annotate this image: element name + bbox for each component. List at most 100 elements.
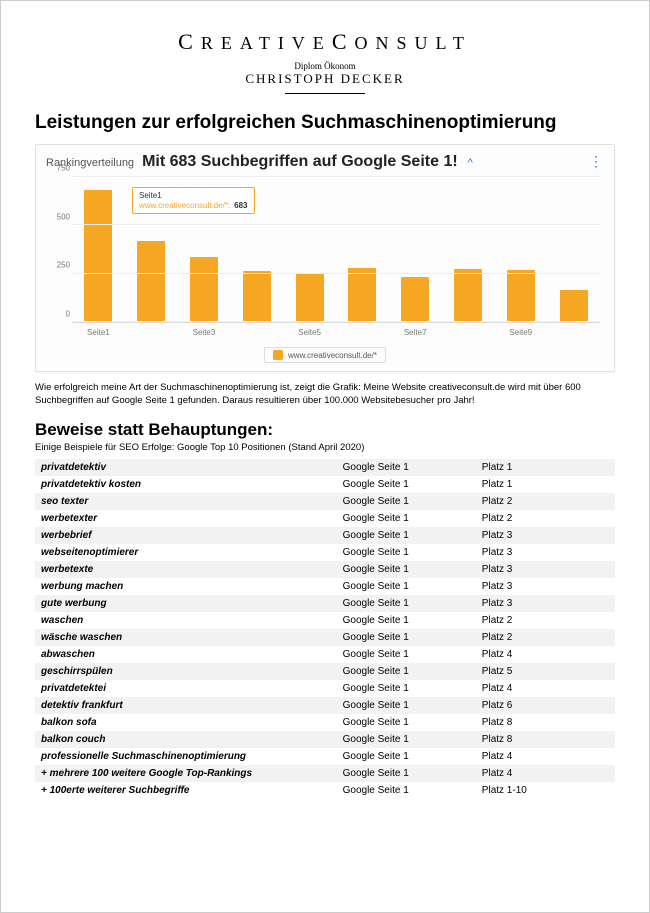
table-row: werbung machenGoogle Seite 1Platz 3 (35, 578, 615, 595)
rank-cell: Platz 4 (476, 765, 615, 782)
table-row: privatdetektivGoogle Seite 1Platz 1 (35, 459, 615, 476)
keyword-cell: webseitenoptimierer (35, 544, 337, 561)
page-cell: Google Seite 1 (337, 714, 476, 731)
table-row: seo texterGoogle Seite 1Platz 2 (35, 493, 615, 510)
keyword-cell: detektiv frankfurt (35, 697, 337, 714)
keyword-cell: privatdetektiv kosten (35, 476, 337, 493)
keyword-cell: seo texter (35, 493, 337, 510)
tooltip-value: 683 (234, 201, 247, 210)
x-tick-label (348, 328, 376, 337)
page-cell: Google Seite 1 (337, 663, 476, 680)
x-tick-label: Seite5 (296, 328, 324, 337)
chart-bar (84, 190, 112, 322)
page-cell: Google Seite 1 (337, 544, 476, 561)
x-tick-label: Seite9 (507, 328, 535, 337)
table-row: werbetexteGoogle Seite 1Platz 3 (35, 561, 615, 578)
brand-cap-2: C (332, 29, 355, 54)
chart-bar (190, 257, 218, 322)
legend-swatch-icon (273, 350, 283, 360)
rank-cell: Platz 4 (476, 646, 615, 663)
y-tick-label: 750 (57, 164, 70, 173)
rank-cell: Platz 8 (476, 731, 615, 748)
page-cell: Google Seite 1 (337, 476, 476, 493)
y-tick-label: 0 (66, 310, 70, 319)
tooltip-line1: Seite1 (139, 191, 248, 201)
brand-logo: CREATIVECONSULT (35, 29, 615, 55)
table-row: waschenGoogle Seite 1Platz 2 (35, 612, 615, 629)
table-row: balkon couchGoogle Seite 1Platz 8 (35, 731, 615, 748)
rank-cell: Platz 1 (476, 476, 615, 493)
chart-legend: www.creativeconsult.de/* (46, 347, 604, 365)
x-tick-label (243, 328, 271, 337)
chart-bar (560, 290, 588, 322)
table-row: werbetexterGoogle Seite 1Platz 2 (35, 510, 615, 527)
brand-subtitle-name: CHRISTOPH DECKER (35, 71, 615, 87)
rank-cell: Platz 8 (476, 714, 615, 731)
x-tick-label: Seite7 (401, 328, 429, 337)
chart-menu-icon[interactable]: ⋮ (589, 153, 604, 170)
rank-cell: Platz 3 (476, 578, 615, 595)
keyword-cell: geschirrspülen (35, 663, 337, 680)
chart-bar (243, 271, 271, 322)
table-row: balkon sofaGoogle Seite 1Platz 8 (35, 714, 615, 731)
keyword-cell: waschen (35, 612, 337, 629)
y-tick-label: 500 (57, 212, 70, 221)
keyword-cell: gute werbung (35, 595, 337, 612)
keyword-cell: privatdetektiv (35, 459, 337, 476)
rank-cell: Platz 3 (476, 595, 615, 612)
keyword-cell: wäsche waschen (35, 629, 337, 646)
y-tick-label: 250 (57, 261, 70, 270)
keyword-cell: balkon couch (35, 731, 337, 748)
page-cell: Google Seite 1 (337, 612, 476, 629)
brand-subtitle-small: Diplom Ökonom (35, 61, 615, 71)
table-row: wäsche waschenGoogle Seite 1Platz 2 (35, 629, 615, 646)
rank-cell: Platz 2 (476, 510, 615, 527)
rank-cell: Platz 3 (476, 544, 615, 561)
x-tick-label (560, 328, 588, 337)
rank-cell: Platz 2 (476, 629, 615, 646)
chart-gridline (72, 176, 600, 177)
keyword-cell: + mehrere 100 weitere Google Top-Ranking… (35, 765, 337, 782)
rank-cell: Platz 1-10 (476, 782, 615, 799)
chart-caret-icon[interactable]: ^ (468, 157, 473, 169)
keyword-cell: werbebrief (35, 527, 337, 544)
rank-cell: Platz 4 (476, 680, 615, 697)
brand-word-1: REATIVE (201, 33, 332, 53)
chart-bar (507, 270, 535, 322)
chart-gridline (72, 273, 600, 274)
page-cell: Google Seite 1 (337, 510, 476, 527)
page-cell: Google Seite 1 (337, 782, 476, 799)
keyword-cell: werbung machen (35, 578, 337, 595)
table-row: privatdetekteiGoogle Seite 1Platz 4 (35, 680, 615, 697)
keyword-cell: professionelle Suchmaschinenoptimierung (35, 748, 337, 765)
table-row: webseitenoptimiererGoogle Seite 1Platz 3 (35, 544, 615, 561)
chart-y-axis: 0250500750 (46, 175, 72, 323)
x-tick-label (137, 328, 165, 337)
page-cell: Google Seite 1 (337, 595, 476, 612)
table-row: + 100erte weiterer SuchbegriffeGoogle Se… (35, 782, 615, 799)
chart-bar (137, 241, 165, 322)
rank-cell: Platz 6 (476, 697, 615, 714)
page-cell: Google Seite 1 (337, 697, 476, 714)
rank-cell: Platz 3 (476, 527, 615, 544)
chart-caption: Wie erfolgreich meine Art der Suchmaschi… (35, 382, 615, 408)
page-cell: Google Seite 1 (337, 527, 476, 544)
legend-label: www.creativeconsult.de/* (288, 351, 377, 360)
keyword-cell: werbetexter (35, 510, 337, 527)
table-row: gute werbungGoogle Seite 1Platz 3 (35, 595, 615, 612)
page-cell: Google Seite 1 (337, 459, 476, 476)
keyword-cell: balkon sofa (35, 714, 337, 731)
table-row: professionelle SuchmaschinenoptimierungG… (35, 748, 615, 765)
chart-gridline (72, 321, 600, 322)
chart-bar (296, 273, 324, 322)
keyword-cell: privatdetektei (35, 680, 337, 697)
table-row: abwaschenGoogle Seite 1Platz 4 (35, 646, 615, 663)
table-row: + mehrere 100 weitere Google Top-Ranking… (35, 765, 615, 782)
rank-cell: Platz 2 (476, 493, 615, 510)
rank-cell: Platz 1 (476, 459, 615, 476)
chart-plot: Seite1 www.creativeconsult.de/*:683 (72, 177, 600, 323)
page-cell: Google Seite 1 (337, 765, 476, 782)
chart-x-labels: Seite1Seite3Seite5Seite7Seite9 (72, 328, 600, 337)
page-cell: Google Seite 1 (337, 680, 476, 697)
legend-item: www.creativeconsult.de/* (264, 347, 386, 363)
